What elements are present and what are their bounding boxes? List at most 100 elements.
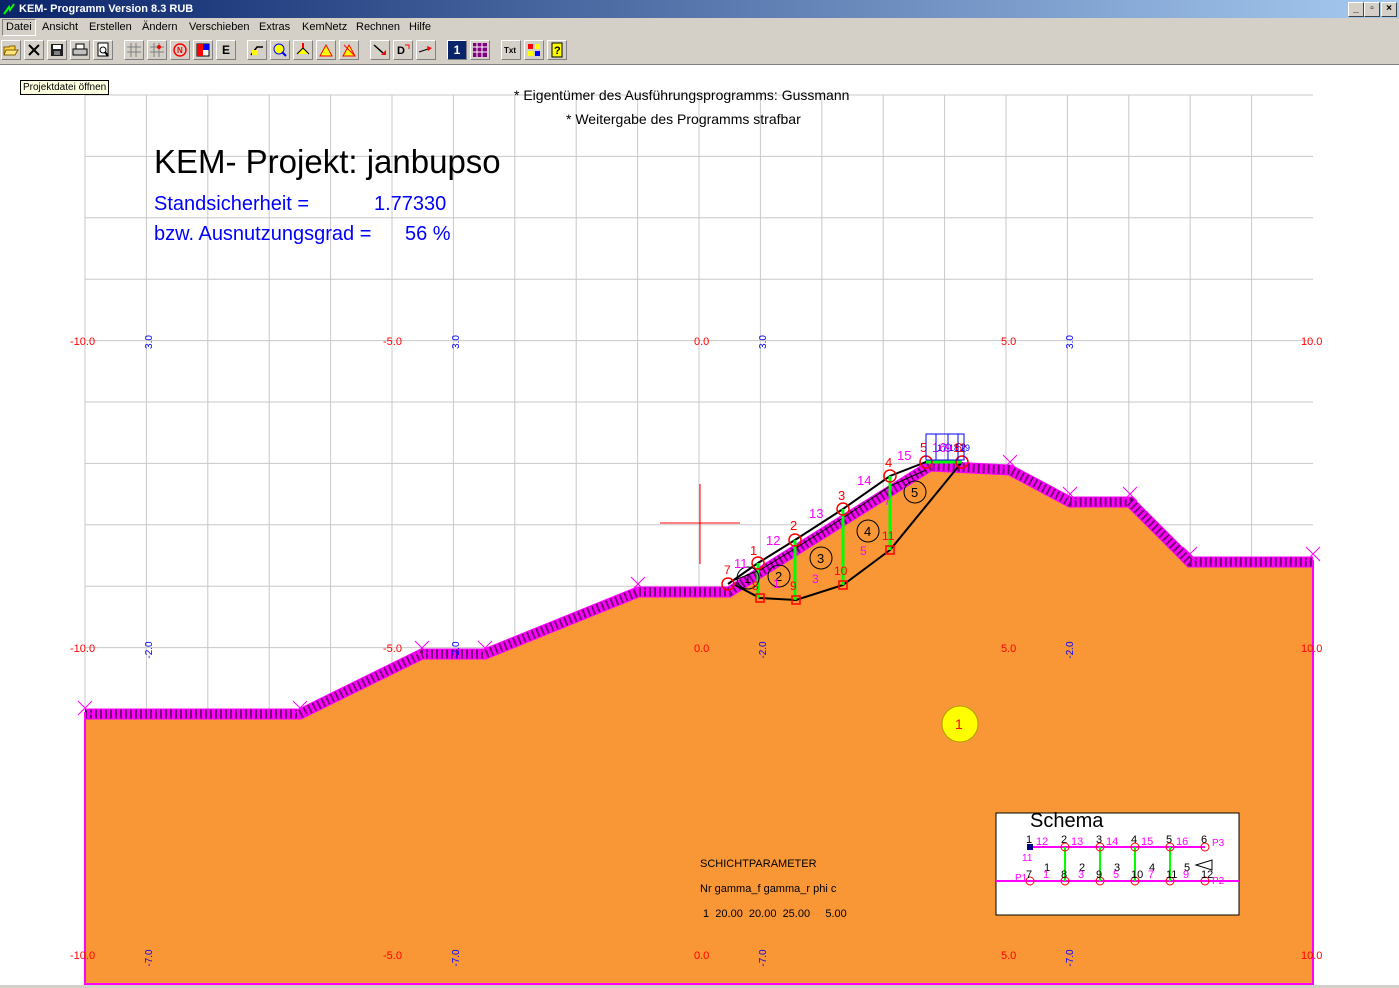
window-title: KEM- Programm Version 8.3 RUB (19, 3, 194, 15)
svg-text:?: ? (554, 45, 561, 57)
e-button[interactable]: E (216, 40, 236, 60)
open-folder-button[interactable] (1, 40, 21, 60)
x-tick-label: 5.0 (1001, 336, 1016, 348)
app-icon (3, 3, 15, 15)
layer-params-title: SCHICHTPARAMETER (700, 858, 817, 870)
grid-button[interactable] (124, 40, 144, 60)
x-tick-label: 0.0 (694, 336, 709, 348)
bottom-mid-label: 1 (773, 577, 780, 591)
minimize-button[interactable]: _ (1348, 2, 1364, 17)
maximize-button[interactable]: ▫ (1364, 2, 1380, 17)
svg-text:Txt: Txt (504, 46, 516, 55)
line-button[interactable] (416, 40, 436, 60)
view-one-button[interactable]: 1 (447, 40, 467, 60)
slip-surface-button[interactable] (339, 40, 359, 60)
safety-value: 1.77330 (374, 193, 447, 215)
bottom-node-label: 8 (752, 579, 759, 593)
text-icon: Txt (504, 46, 516, 55)
grid-icon (127, 43, 141, 57)
menu-extras[interactable]: Extras (256, 20, 293, 35)
grid-point-icon (150, 43, 164, 57)
layer-params-columns: Nr gamma_f gamma_r phi c (700, 883, 837, 895)
soil-layer-marker[interactable]: 1 (941, 705, 979, 743)
y-tick-label: -7.0 (451, 949, 462, 967)
utilization-value: 56 % (405, 223, 451, 245)
x-tick-label: 10.0 (1301, 643, 1322, 655)
top-mid-label: 12 (766, 533, 780, 548)
bottom-node-label: 9 (790, 579, 797, 593)
y-tick-label: 3.0 (144, 335, 155, 349)
slice-body-number: 5 (911, 485, 918, 500)
schema-box: Schema 1 2 3 4 5 612 13 14 15 161 2 3 4 57 8 9 10 11 121 3 5… (995, 810, 1240, 916)
zoom-button[interactable] (270, 40, 290, 60)
triangle-button[interactable] (316, 40, 336, 60)
schema-bottom-label: 11 (1166, 869, 1177, 881)
help-button[interactable]: ? (547, 40, 567, 60)
schema-bottom-mid-label: 7 (1148, 869, 1154, 881)
svg-text:N: N (177, 46, 183, 55)
top-mid-label: 11 (734, 556, 748, 571)
toolbar: N E D 1 Txt ? (0, 37, 1399, 65)
owner-notice: * Eigentümer des Ausführungsprogramms: G… (514, 87, 850, 103)
soil-layer-id: 1 (955, 716, 963, 732)
tooltip: Projektdatei öffnen (20, 80, 110, 95)
slip-surface-icon (342, 43, 356, 57)
x-tick-label: 5.0 (1001, 643, 1016, 655)
zoom-icon (273, 43, 287, 57)
close-project-button[interactable] (24, 40, 44, 60)
load-button[interactable] (293, 40, 313, 60)
top-edge-label: 17 (937, 443, 947, 453)
legend-button[interactable] (524, 40, 544, 60)
schema-top-label: 1 (1026, 834, 1032, 846)
node-circle-icon: N (173, 43, 187, 57)
schema-top-mid-label: 12 (1036, 836, 1048, 848)
layer-params-row: 1 20.00 20.00 25.00 5.00 (700, 908, 847, 920)
printer-icon (72, 43, 88, 56)
dimension-icon: D (397, 44, 410, 57)
x-tick-label: 0.0 (694, 950, 709, 962)
print-preview-button[interactable] (93, 40, 113, 60)
move-down-button[interactable] (370, 40, 390, 60)
schema-top-label: 5 (1166, 834, 1172, 846)
x-tick-label: -10.0 (70, 643, 95, 655)
menu-erstellen[interactable]: Erstellen (86, 20, 135, 35)
node-button[interactable]: N (170, 40, 190, 60)
arrow-down-right-icon (373, 44, 386, 55)
triangle-icon (319, 43, 333, 57)
x-tick-label: 0.0 (694, 643, 709, 655)
layer-button[interactable] (193, 40, 213, 60)
schema-point-label: P1 (1015, 873, 1028, 884)
menu-verschieben[interactable]: Verschieben (186, 20, 253, 35)
bottom-node-label: 11 (882, 529, 895, 543)
layer-icon (196, 43, 210, 57)
slice-body-number: 3 (817, 551, 824, 566)
close-x-icon (28, 44, 40, 56)
menu-hilfe[interactable]: Hilfe (406, 20, 434, 35)
slope-button[interactable] (247, 40, 267, 60)
y-tick-label: -2.0 (451, 641, 462, 659)
schema-bottom-mid-label: 1 (1043, 869, 1049, 881)
schema-bottom-label: 9 (1096, 869, 1102, 881)
grid-point-button[interactable] (147, 40, 167, 60)
menu-bar: Datei Ansicht Erstellen Ändern Verschieb… (0, 18, 1399, 37)
schema-bottom-mid-label: 3 (1078, 869, 1084, 881)
menu-rechnen[interactable]: Rechnen (353, 20, 403, 35)
close-button[interactable]: × (1381, 2, 1397, 17)
text-button[interactable]: Txt (501, 40, 521, 60)
menu-ansicht[interactable]: Ansicht (39, 20, 81, 35)
schema-top-label: 2 (1061, 834, 1067, 846)
dimension-button[interactable]: D (393, 40, 413, 60)
slice-body-number: 4 (864, 524, 871, 539)
print-button[interactable] (70, 40, 90, 60)
menu-aendern[interactable]: Ändern (139, 20, 180, 35)
menu-kemnetz[interactable]: KemNetz (299, 20, 350, 35)
schema-point-label: P2 (1212, 876, 1225, 887)
save-button[interactable] (47, 40, 67, 60)
matrix-button[interactable] (470, 40, 490, 60)
schema-top-label: 3 (1096, 834, 1102, 846)
menu-datei[interactable]: Datei (2, 19, 36, 36)
y-tick-label: -2.0 (1065, 641, 1076, 659)
x-tick-label: 10.0 (1301, 950, 1322, 962)
line-icon (418, 46, 432, 53)
e-label: E (221, 43, 230, 57)
